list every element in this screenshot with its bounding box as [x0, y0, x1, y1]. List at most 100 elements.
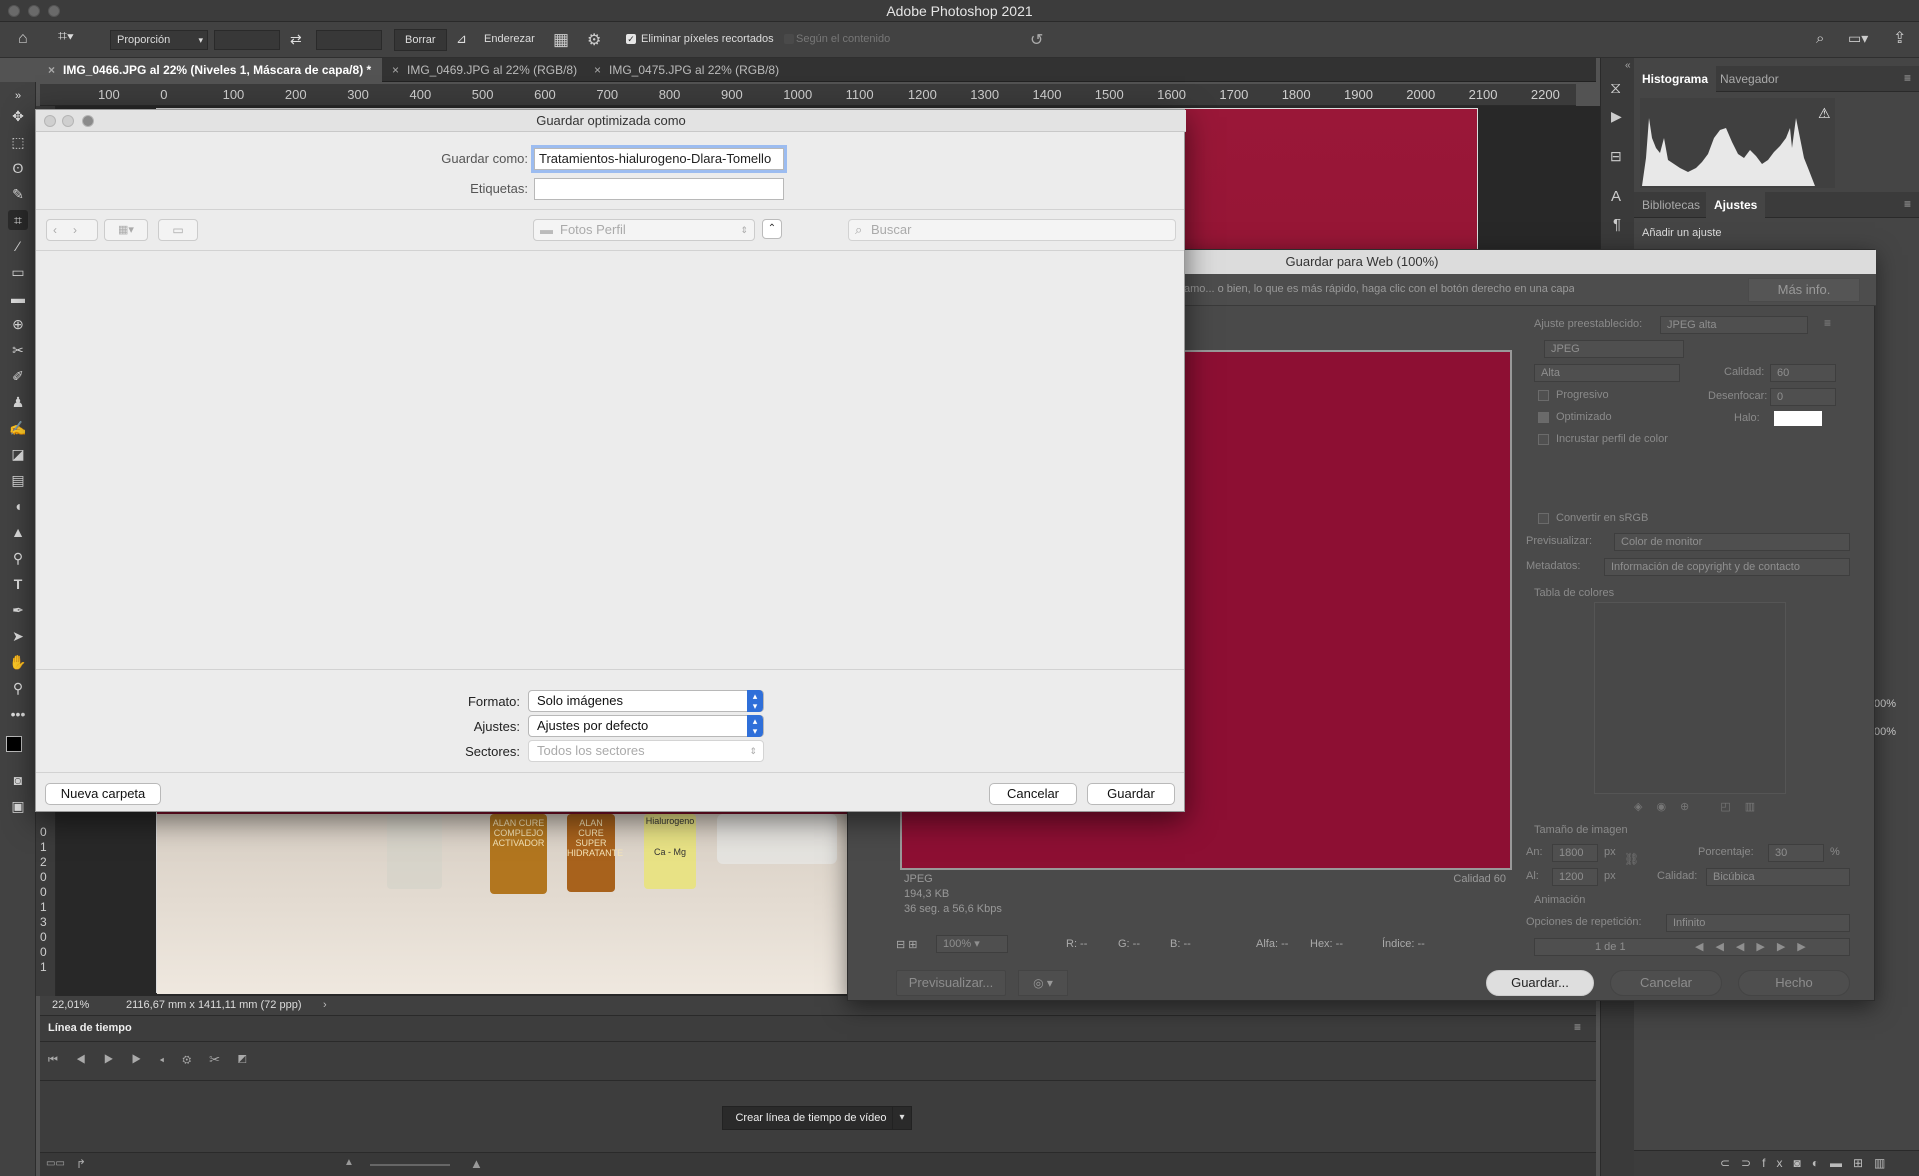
next-frame-icon[interactable]: ▶	[132, 1054, 160, 1066]
audio-icon[interactable]: ◂	[159, 1054, 182, 1066]
preset-select[interactable]: JPEG alta	[1660, 316, 1808, 334]
foreground-color-swatch[interactable]	[6, 736, 22, 752]
filename-input[interactable]: Tratamientos-hialurogeno-Dlara-Tomello	[534, 148, 784, 170]
chain-link-icon[interactable]: ⛓	[1624, 852, 1639, 866]
panel-menu-icon[interactable]: ≡	[1574, 1020, 1581, 1034]
sfw-done-button[interactable]: Hecho	[1738, 970, 1850, 996]
view-mode-icon[interactable]: ▦▾	[104, 219, 148, 241]
tab-img-0475[interactable]: × IMG_0475.JPG al 22% (RGB/8)	[586, 58, 788, 82]
quality-input[interactable]: 60	[1770, 364, 1836, 382]
brush-tool-icon[interactable]: ✐	[8, 366, 28, 386]
slices-select[interactable]: Todos los sectores ⇕	[528, 740, 764, 762]
quality-level-select[interactable]: Alta	[1534, 364, 1680, 382]
scissors-icon[interactable]: ✂	[209, 1054, 238, 1066]
paragraph-icon[interactable]: ¶	[1613, 216, 1621, 233]
resample-select[interactable]: Bicúbica	[1706, 868, 1850, 886]
ratio-width-input[interactable]	[214, 30, 280, 50]
prev-frame-icon[interactable]: ◀	[76, 1054, 104, 1066]
percent-input[interactable]: 30	[1768, 844, 1824, 862]
format-select[interactable]: Solo imágenes ▴ ▾	[528, 690, 764, 712]
tab-img-0466[interactable]: × IMG_0466.JPG al 22% (Niveles 1, Máscara…	[40, 58, 382, 82]
sfw-cancel-button[interactable]: Cancelar	[1610, 970, 1722, 996]
progressive-checkbox[interactable]	[1538, 390, 1549, 401]
timeline-dropdown-icon[interactable]: ▾	[892, 1106, 912, 1130]
dialog-zoom-button[interactable]	[82, 115, 94, 127]
frame-nav-icons[interactable]: ◀◀◀▶▶▶	[1695, 939, 1818, 955]
loop-select[interactable]: Infinito	[1666, 914, 1850, 932]
new-folder-button[interactable]: Nueva carpeta	[45, 783, 161, 805]
search-icon[interactable]: ⌕	[1816, 30, 1824, 47]
zoom-window-button[interactable]	[48, 5, 60, 17]
gradient-tool-icon[interactable]: ▤	[8, 470, 28, 490]
width-input[interactable]: 1800	[1552, 844, 1598, 862]
blur-input[interactable]: 0	[1770, 388, 1836, 406]
type-tool-icon[interactable]: T	[8, 574, 28, 594]
zoom-in-icon[interactable]: ▲	[470, 1156, 483, 1171]
stamp-tool-icon[interactable]: ♟	[8, 392, 28, 412]
height-input[interactable]: 1200	[1552, 868, 1598, 886]
new-layer-icon[interactable]: ⊞	[1853, 1156, 1874, 1170]
panel-menu-icon[interactable]: ≡	[1904, 71, 1911, 85]
first-frame-icon[interactable]: ⏮	[48, 1054, 76, 1066]
quick-mask-icon[interactable]: ◙	[8, 770, 28, 790]
matte-color-swatch[interactable]	[1774, 411, 1822, 426]
actions-icon[interactable]: ▶	[1611, 108, 1622, 125]
eraser-tool-icon[interactable]: ◪	[8, 444, 28, 464]
location-select[interactable]: ▬ Fotos Perfil ⇕	[533, 219, 755, 241]
tab-libraries[interactable]: Bibliotecas	[1634, 192, 1708, 218]
gear-icon[interactable]: ⚙	[587, 30, 601, 50]
sfw-save-button[interactable]: Guardar...	[1486, 970, 1594, 996]
quick-select-tool-icon[interactable]: ✎	[8, 184, 28, 204]
tab-histogram[interactable]: Histograma	[1634, 66, 1717, 92]
move-tool-icon[interactable]: ✥	[8, 106, 28, 126]
sfw-zoom-select[interactable]: 100% ▾	[936, 935, 1008, 953]
format-select[interactable]: JPEG	[1544, 340, 1684, 358]
frames-icon[interactable]: ▭▭	[46, 1158, 65, 1169]
home-icon[interactable]: ⌂	[18, 30, 38, 50]
link-icon[interactable]: ⊂⊃	[1720, 1156, 1762, 1170]
zoom-tool-icon[interactable]: ⚲	[8, 678, 28, 698]
dodge-tool-icon[interactable]: ⚲	[8, 548, 28, 568]
history-icon[interactable]: ⧖	[1610, 80, 1621, 98]
adjustment-icon[interactable]: ◐	[1812, 1156, 1830, 1170]
workspace-icon[interactable]: ▭▾	[1848, 30, 1868, 47]
tab-img-0469[interactable]: × IMG_0469.JPG al 22% (RGB/8)	[384, 58, 586, 82]
close-window-button[interactable]	[8, 5, 20, 17]
crop-tool-icon[interactable]: ⌗▾	[58, 28, 94, 50]
path-select-tool-icon[interactable]: ➤	[8, 626, 28, 646]
collapse-icon[interactable]: «	[1625, 60, 1631, 71]
share-icon[interactable]: ⇪	[1893, 28, 1906, 48]
pen-tool-icon[interactable]: ✒	[8, 600, 28, 620]
tab-navigator[interactable]: Navegador	[1712, 66, 1787, 92]
fx-icon[interactable]: fx	[1762, 1156, 1793, 1170]
swap-icon[interactable]: ⇄	[290, 31, 302, 48]
hand-tool-icon[interactable]: ✋	[8, 652, 28, 672]
metadata-select[interactable]: Información de copyright y de contacto	[1604, 558, 1850, 576]
marquee-tool-icon[interactable]: ⬚	[8, 132, 28, 152]
grid-overlay-icon[interactable]: ▦	[553, 30, 569, 50]
transition-icon[interactable]: ◩	[238, 1054, 265, 1066]
straighten-icon[interactable]: ⊿	[456, 31, 467, 47]
save-button[interactable]: Guardar	[1087, 783, 1175, 805]
content-aware-checkbox[interactable]	[784, 34, 794, 44]
properties-icon[interactable]: ⊟	[1610, 148, 1622, 165]
optimized-checkbox[interactable]	[1538, 412, 1549, 423]
screen-mode-icon[interactable]: ▣	[8, 796, 28, 816]
crop-tool-icon[interactable]: ⌗	[8, 210, 28, 230]
content-aware-move-icon[interactable]: ⊕	[8, 314, 28, 334]
file-browser-area[interactable]	[36, 251, 1184, 669]
lasso-tool-icon[interactable]: ʘ	[8, 158, 28, 178]
minimize-window-button[interactable]	[28, 5, 40, 17]
delete-cropped-checkbox[interactable]: ✓	[626, 34, 636, 44]
embed-profile-checkbox[interactable]	[1538, 434, 1549, 445]
dialog-close-button[interactable]	[44, 115, 56, 127]
create-video-timeline-button[interactable]: Crear línea de tiempo de vídeo	[722, 1106, 900, 1130]
undo-icon[interactable]: ↺	[1030, 30, 1043, 50]
timeline-zoom-slider[interactable]	[370, 1164, 450, 1166]
patch-tool-icon[interactable]: ▬	[8, 288, 28, 308]
straighten-button[interactable]: Enderezar	[484, 33, 535, 45]
trash-icon[interactable]: ▥	[1874, 1156, 1896, 1170]
chevron-right-icon[interactable]: ›	[323, 996, 327, 1015]
history-brush-icon[interactable]: ✍	[8, 418, 28, 438]
dialog-minimize-button[interactable]	[62, 115, 74, 127]
